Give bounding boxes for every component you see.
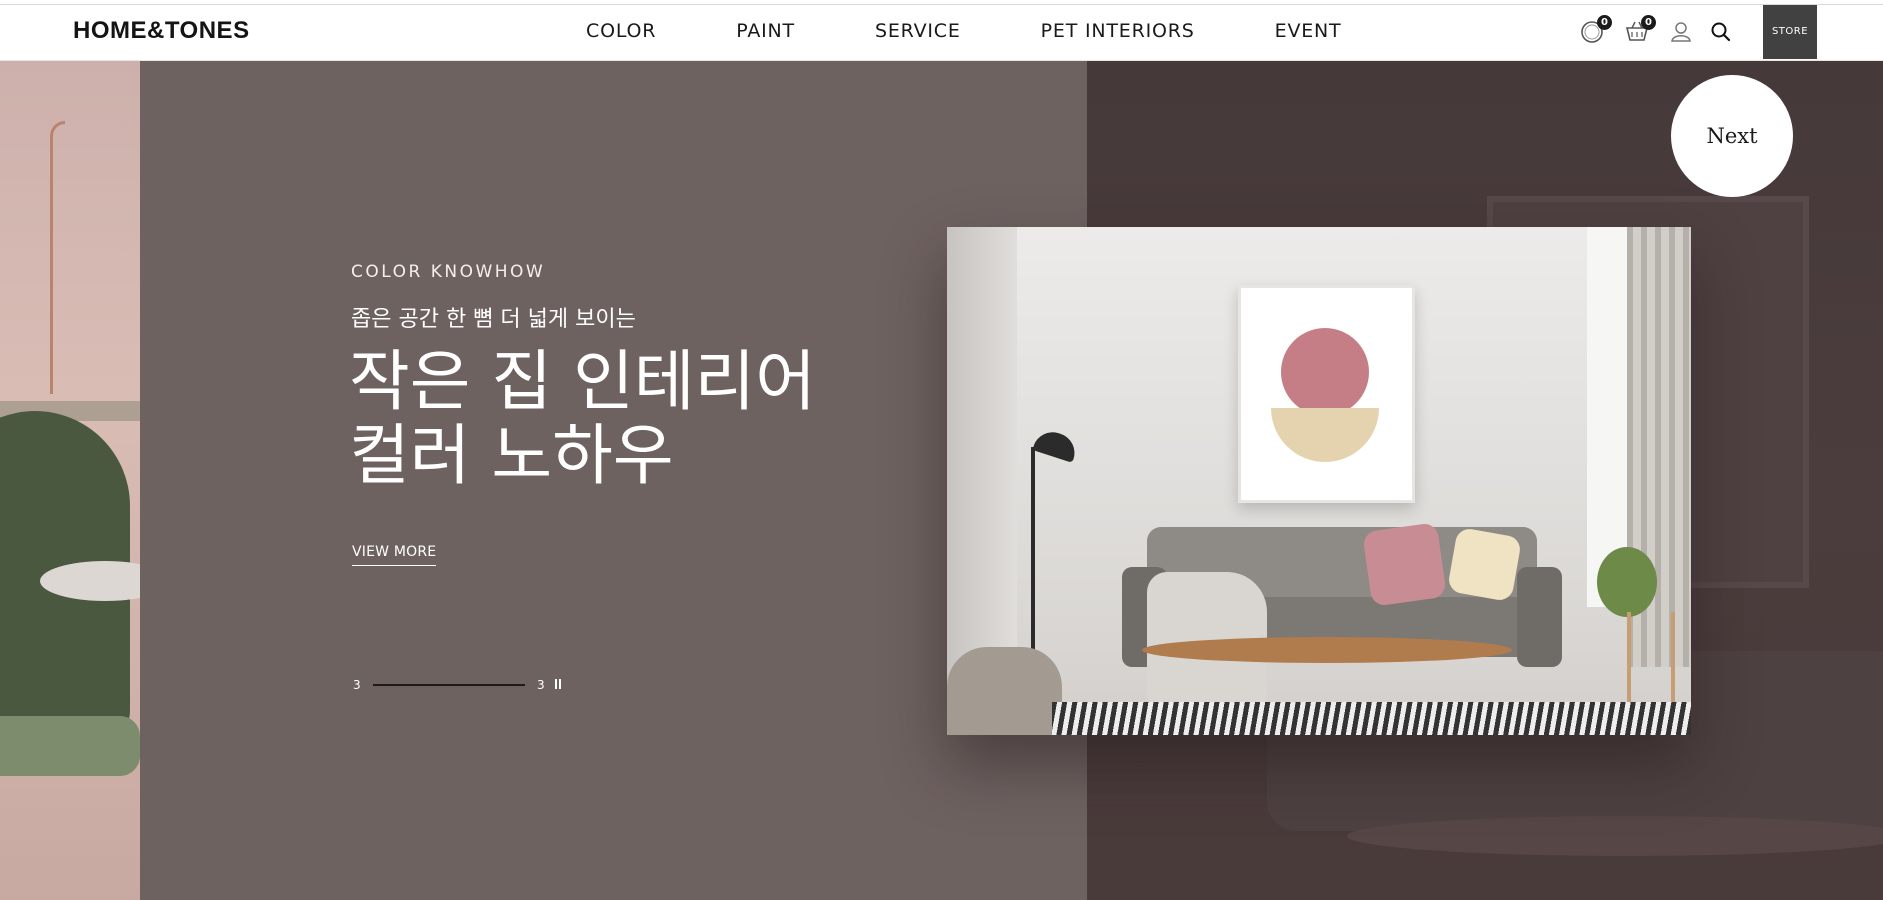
pause-icon[interactable] — [554, 679, 563, 689]
cart-count-badge: 0 — [1641, 15, 1656, 30]
faucet-shape — [50, 121, 65, 394]
pager-progress-bar[interactable] — [373, 684, 525, 686]
next-slide-button[interactable]: Next — [1671, 75, 1793, 197]
chair-seat-shape — [0, 716, 140, 776]
hero-headline: 작은 집 인테리어 컬러 노하우 — [349, 345, 816, 493]
striped-rug — [1052, 702, 1691, 735]
hero-eyebrow: COLOR KNOWHOW — [351, 262, 546, 282]
nav-item-color[interactable]: COLOR — [586, 20, 656, 42]
store-button[interactable]: STORE — [1763, 5, 1817, 59]
user-icon[interactable] — [1668, 19, 1694, 45]
coffee-table — [1142, 637, 1512, 663]
cart-icon[interactable]: 0 — [1624, 15, 1656, 45]
pager-total: 3 — [537, 678, 545, 692]
view-more-link[interactable]: VIEW MORE — [352, 544, 437, 566]
hero-headline-line-1: 작은 집 인테리어 — [349, 343, 816, 420]
sofa-arm-right — [1517, 567, 1562, 667]
side-stool — [1627, 612, 1675, 702]
previous-slide-photo[interactable] — [0, 61, 140, 900]
main-nav: COLOR PAINT SERVICE PET INTERIORS EVENT — [586, 20, 1341, 42]
nav-item-pet-interiors[interactable]: PET INTERIORS — [1041, 20, 1195, 42]
site-logo[interactable]: HOME&TONES — [73, 17, 250, 45]
nav-item-event[interactable]: EVENT — [1275, 20, 1342, 42]
site-header: HOME&TONES COLOR PAINT SERVICE PET INTER… — [0, 5, 1883, 61]
recent-count-badge: 0 — [1597, 15, 1612, 30]
hero-subtitle: 좁은 공간 한 뼘 더 넓게 보이는 — [351, 307, 636, 332]
wall-art-frame — [1238, 285, 1415, 503]
pager-current: 3 — [353, 678, 361, 692]
art-circle-shape — [1281, 328, 1369, 416]
plant-shape — [1597, 547, 1657, 617]
pouf-shape — [947, 647, 1062, 735]
nav-item-service[interactable]: SERVICE — [875, 20, 961, 42]
background-table-shape — [1347, 816, 1883, 856]
cream-pillow — [1446, 526, 1523, 603]
pager-progress-fill — [373, 684, 525, 686]
pink-pillow — [1362, 522, 1447, 607]
floor-lamp-shade — [1032, 427, 1080, 463]
recent-view-icon[interactable]: 0 — [1580, 15, 1612, 45]
hero-headline-line-2: 컬러 노하우 — [349, 417, 674, 494]
search-icon[interactable] — [1708, 19, 1734, 45]
art-half-circle-shape — [1271, 408, 1379, 462]
featured-room-image — [947, 227, 1691, 735]
nav-item-paint[interactable]: PAINT — [736, 20, 795, 42]
